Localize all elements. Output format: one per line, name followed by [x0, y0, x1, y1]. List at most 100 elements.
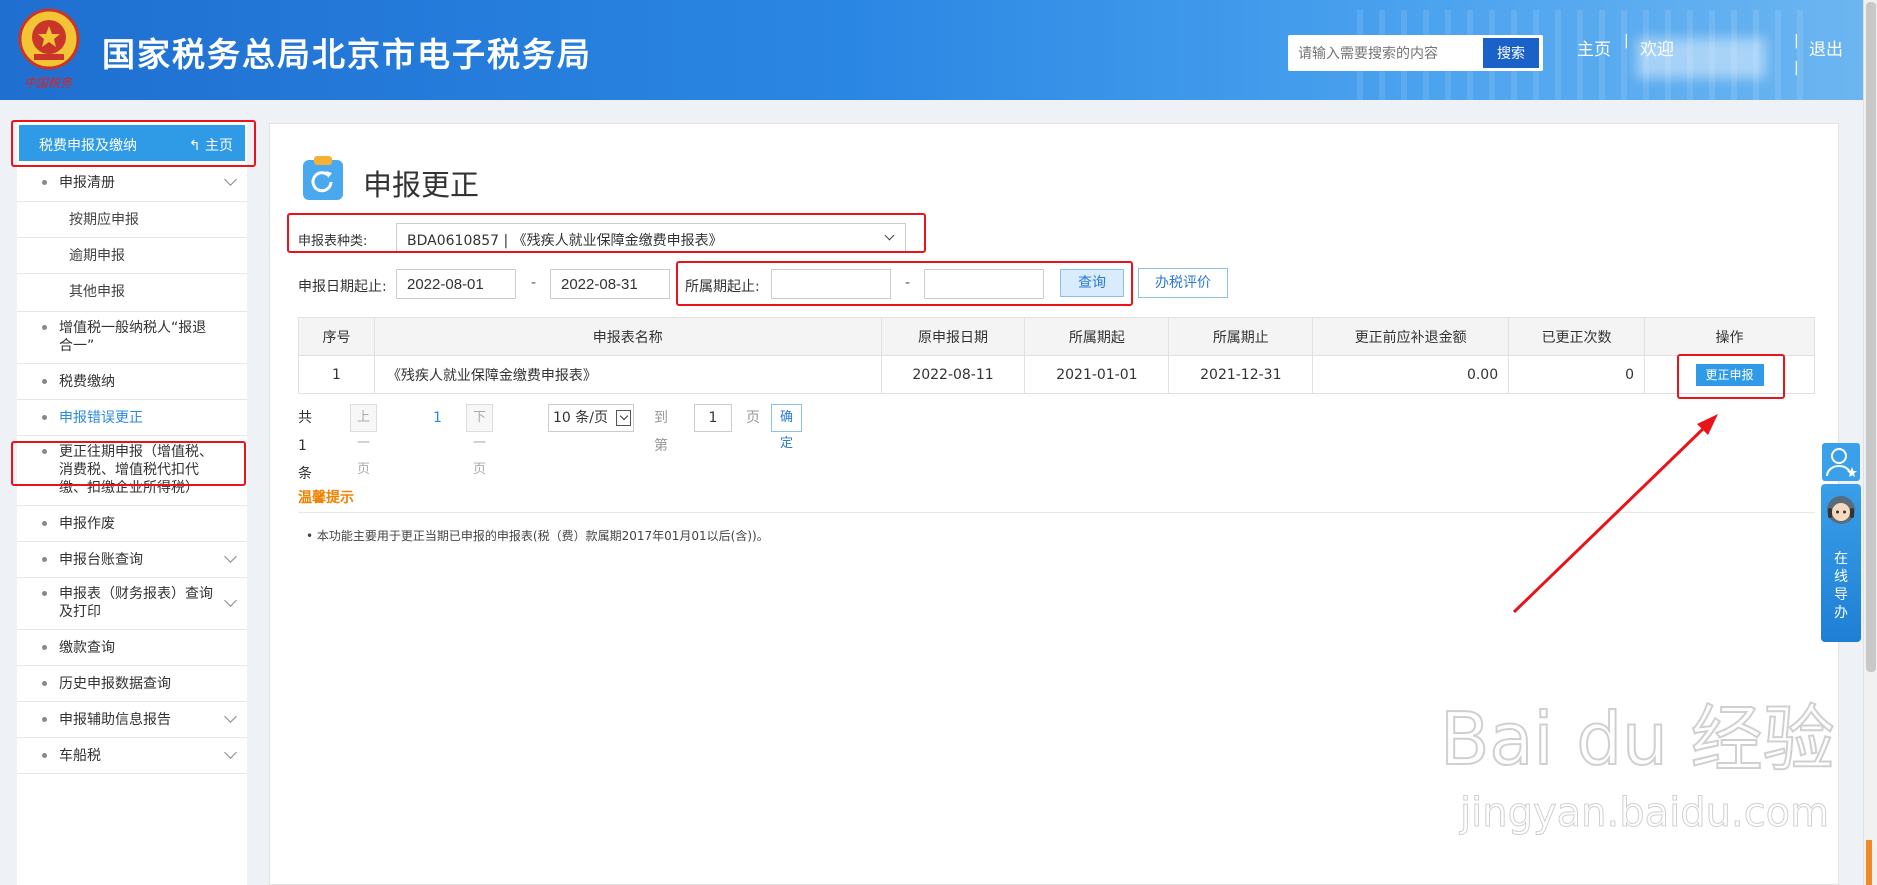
range-separator: -	[531, 275, 537, 291]
separator: |	[1624, 33, 1629, 49]
evaluate-button[interactable]: 办税评价	[1138, 268, 1228, 298]
cell-orig-date: 2022-08-11	[880, 355, 1026, 394]
watermark-logo: Bai du 经验	[1439, 696, 1836, 782]
bullet-icon	[42, 681, 47, 686]
bullet-icon	[42, 415, 47, 420]
sidebar-home-link[interactable]: ↰ 主页	[189, 135, 233, 155]
emblem-caption: 中国税务	[24, 76, 73, 90]
goto-label: 到第	[654, 410, 668, 454]
page-title: 申报更正	[363, 168, 480, 202]
cell-amount: 0.00	[1312, 355, 1510, 394]
search-input[interactable]	[1288, 35, 1483, 71]
clipboard-refresh-icon	[303, 156, 343, 200]
sidebar-item-label: 逾期申报	[69, 248, 125, 264]
bullet-icon	[42, 753, 47, 758]
sidebar-item-label: 税费缴纳	[59, 374, 115, 390]
logout-link[interactable]: 退出	[1809, 35, 1843, 60]
sidebar-item-ledger-query[interactable]: 申报台账查询	[17, 542, 247, 578]
chevron-down-icon	[884, 230, 895, 241]
period-to-input[interactable]	[924, 269, 1044, 299]
sidebar-item-label: 申报表（财务报表）查询及打印	[59, 586, 213, 620]
sidebar-item-label: 更正往期申报（增值税、消费税、增值税代扣代缴、扣缴企业所得税）	[59, 444, 213, 496]
declaration-type-label: 申报表种类:	[298, 234, 368, 249]
goto-confirm-button[interactable]: 确定	[771, 404, 803, 451]
table-row: 1 《残疾人就业保障金缴费申报表》 2022-08-11 2021-01-01 …	[298, 355, 1815, 394]
blurred-username	[1636, 38, 1766, 78]
cell-period-start: 2021-01-01	[1024, 355, 1170, 394]
col-header: 所属期止	[1168, 317, 1314, 356]
sidebar-item-label: 其他申报	[69, 284, 125, 300]
separator: |	[1794, 60, 1799, 76]
sidebar-item-label: 缴款查询	[59, 640, 115, 656]
sidebar-item-void[interactable]: 申报作废	[17, 506, 247, 542]
sidebar-item-label: 按期应申报	[69, 212, 139, 228]
bullet-icon	[42, 645, 47, 650]
col-header: 序号	[298, 317, 375, 356]
tips-text: • 本功能主要用于更正当期已申报的申报表(税（费）款属期2017年01月01以后…	[306, 529, 769, 543]
bullet-icon	[42, 557, 47, 562]
sidebar-item-periodic[interactable]: 按期应申报	[17, 202, 247, 238]
date-to-input[interactable]	[550, 269, 670, 299]
col-header: 所属期起	[1024, 317, 1170, 356]
next-page-button[interactable]: 下一页	[466, 404, 494, 477]
sidebar-header[interactable]: 税费申报及缴纳 ↰ 主页	[19, 125, 245, 161]
col-header: 已更正次数	[1508, 317, 1646, 356]
period-from-input[interactable]	[771, 269, 891, 299]
page-number[interactable]: 1	[433, 404, 442, 432]
correct-declaration-button[interactable]: 更正申报	[1695, 363, 1764, 386]
guide-char: 线	[1834, 569, 1848, 585]
bullet-icon	[42, 379, 47, 384]
sidebar-item-vat-refund[interactable]: 增值税一般纳税人“报退合一”	[17, 312, 247, 364]
sidebar-item-error-correction[interactable]: 申报错误更正	[17, 400, 247, 436]
period-label: 所属期起止:	[685, 279, 760, 295]
sidebar-section-title: 税费申报及缴纳	[39, 138, 137, 154]
sidebar-item-history[interactable]: 历史申报数据查询	[17, 666, 247, 702]
query-button[interactable]: 查询	[1060, 269, 1124, 297]
page-unit-label: 页	[746, 410, 760, 426]
vertical-scrollbar[interactable]	[1863, 0, 1877, 885]
declaration-type-select[interactable]: BDA0610857 | 《残疾人就业保障金缴费申报表》	[396, 223, 906, 253]
tips-title: 温馨提示	[298, 490, 354, 506]
search-button[interactable]: 搜索	[1483, 38, 1539, 68]
sidebar-item-label: 历史申报数据查询	[59, 676, 171, 692]
declaration-table: 序号 申报表名称 原申报日期 所属期起 所属期止 更正前应补退金额 已更正次数 …	[298, 317, 1815, 394]
sidebar-item-label: 车船税	[59, 748, 101, 764]
tax-emblem-icon	[18, 8, 80, 70]
col-header: 操作	[1644, 317, 1815, 356]
page-size-select[interactable]: 10 条/页	[548, 404, 634, 432]
prev-page-button[interactable]: 上一页	[350, 404, 378, 477]
cell-count: 0	[1508, 355, 1646, 394]
sidebar-item-declaration-list[interactable]: 申报清册	[17, 164, 247, 202]
cell-action: 更正申报	[1644, 355, 1815, 394]
sidebar-item-report-print[interactable]: 申报表（财务报表）查询及打印	[17, 578, 247, 630]
sidebar-item-payment[interactable]: 税费缴纳	[17, 364, 247, 400]
online-guide-button[interactable]: 在 线 导 办	[1821, 484, 1861, 642]
sidebar-item-label: 增值税一般纳税人“报退合一”	[59, 320, 207, 354]
sidebar-item-label: 申报作废	[59, 516, 115, 532]
chevron-down-icon	[224, 173, 237, 186]
cell-period-end: 2021-12-31	[1168, 355, 1314, 394]
date-from-input[interactable]	[396, 269, 516, 299]
sidebar-item-other[interactable]: 其他申报	[17, 274, 247, 312]
goto-page-input[interactable]: 1	[694, 404, 732, 432]
sidebar-item-overdue[interactable]: 逾期申报	[17, 238, 247, 274]
guide-char: 导	[1834, 587, 1848, 603]
page-size-value: 10 条/页	[553, 410, 608, 426]
customer-service-icon[interactable]	[1822, 443, 1860, 481]
sidebar-item-label: 申报清册	[59, 175, 115, 191]
sidebar-item-aux-report[interactable]: 申报辅助信息报告	[17, 702, 247, 738]
cell-no: 1	[298, 355, 375, 394]
watermark-url: jingyan.baidu.com	[1459, 790, 1830, 837]
sidebar-item-label: 申报辅助信息报告	[59, 712, 171, 728]
tips-divider	[298, 512, 1815, 513]
back-arrow-icon: ↰	[188, 138, 205, 154]
sidebar-item-past-correction[interactable]: 更正往期申报（增值税、消费税、增值税代扣代缴、扣缴企业所得税）	[17, 436, 247, 506]
declaration-date-label: 申报日期起止:	[298, 279, 387, 295]
scrollbar-thumb[interactable]	[1866, 2, 1876, 672]
home-link[interactable]: 主页	[1577, 35, 1611, 60]
bullet-icon	[42, 717, 47, 722]
sidebar-item-vehicle-tax[interactable]: 车船税	[17, 738, 247, 774]
separator: |	[1794, 33, 1799, 49]
sidebar-item-payment-query[interactable]: 缴款查询	[17, 630, 247, 666]
col-header: 原申报日期	[880, 317, 1026, 356]
